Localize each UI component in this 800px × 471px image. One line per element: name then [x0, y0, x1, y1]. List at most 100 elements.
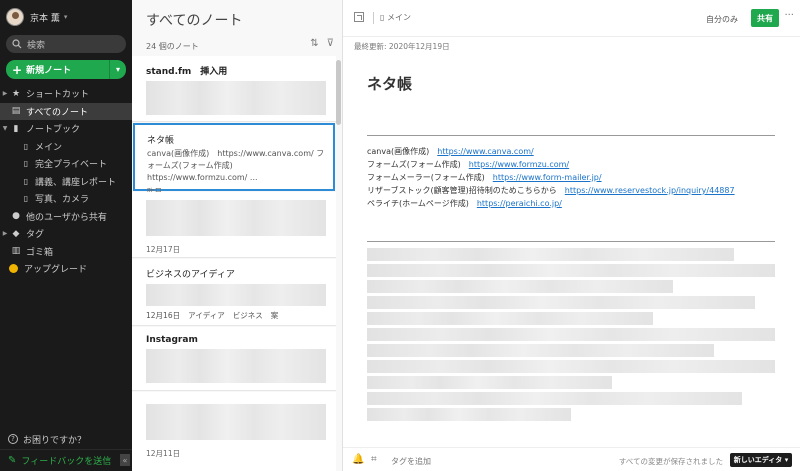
- expand-arrow-icon[interactable]: ▶: [1, 90, 9, 97]
- editor-toolbar: ▯ メイン 自分のみ 共有 ···: [343, 0, 800, 36]
- link[interactable]: https://www.formzu.com/: [469, 160, 569, 169]
- note-card[interactable]: Instagram: [132, 327, 336, 391]
- share-button[interactable]: 共有: [751, 9, 779, 27]
- expand-arrow-icon[interactable]: ▶: [1, 230, 9, 237]
- account-menu[interactable]: 京本 薫 ▾: [0, 0, 132, 34]
- sidebar-item-upgrade[interactable]: アップグレード: [0, 260, 132, 278]
- note-editor: ▯ メイン 自分のみ 共有 ··· 最終更新: 2020年12月19日 ネタ帳 …: [343, 0, 800, 471]
- save-status: すべての変更が保存されました: [618, 457, 723, 466]
- search-input[interactable]: 検索: [6, 35, 126, 53]
- help-label: お困りですか？: [23, 435, 87, 446]
- notebook-icon: ▯: [23, 194, 29, 204]
- scrollbar[interactable]: [336, 60, 341, 125]
- note-card[interactable]: 12月17日: [132, 192, 336, 258]
- note-card-date: 12月16日: [146, 311, 181, 320]
- link[interactable]: https://www.reservestock.jp/inquiry/4488…: [565, 186, 735, 195]
- link[interactable]: https://peraichi.co.jp/: [477, 199, 562, 208]
- star-icon: ★: [11, 88, 21, 99]
- sidebar-item-label: 講義、講座レポート: [35, 177, 117, 188]
- blurred-note-body[interactable]: [367, 248, 775, 438]
- link[interactable]: https://www.canva.com/: [437, 147, 533, 156]
- add-tag-input[interactable]: タグを追加: [391, 456, 431, 467]
- sidebar-item-label: アップグレード: [24, 265, 88, 276]
- note-card-date: 12月17日: [146, 245, 181, 254]
- new-note-dropdown-button[interactable]: ▾: [109, 60, 126, 79]
- expand-icon[interactable]: [354, 12, 364, 22]
- chevron-left-icon: «: [122, 455, 128, 465]
- page-title: すべてのノート: [146, 13, 243, 29]
- note-card[interactable]: stand.fm 挿入用: [132, 56, 336, 122]
- sidebar-item-tags[interactable]: ▶ ◆ タグ: [0, 225, 132, 243]
- note-card-snippet: canva(画像作成) https://www.canva.com/ フォームズ…: [147, 149, 325, 182]
- sidebar-item-notebook-private[interactable]: ▯ 完全プライベート: [0, 155, 132, 173]
- note-card-meta: 12月16日 アイディア ビジネス 案: [146, 310, 336, 321]
- sidebar-item-label: ノートブック: [26, 125, 81, 136]
- expand-arrow-icon[interactable]: ▼: [1, 125, 9, 132]
- help-link[interactable]: ? お困りですか？: [0, 429, 132, 449]
- note-title[interactable]: ネタ帳: [367, 73, 412, 94]
- note-card-title: Instagram: [146, 335, 198, 345]
- filter-icon[interactable]: ⊽: [327, 38, 334, 49]
- new-note-button[interactable]: + 新規ノート: [6, 60, 109, 79]
- link-line: フォームメーラー(フォーム作成) https://www.form-mailer.…: [367, 173, 602, 182]
- upgrade-icon: [9, 264, 18, 274]
- notebook-icon: ▯: [23, 141, 29, 151]
- link-line: リザーブストック(顧客管理)招待制のためこちらから https://www.res…: [367, 186, 735, 195]
- link[interactable]: https://www.form-mailer.jp/: [493, 173, 602, 182]
- note-card-title: ビジネスのアイディア: [146, 270, 235, 280]
- plus-icon: +: [12, 62, 23, 77]
- notebook-icon: ▯: [380, 13, 387, 22]
- sidebar-item-notebook-photos[interactable]: ▯ 写真、カメラ: [0, 190, 132, 208]
- link-line: フォームズ(フォーム作成) https://www.formzu.com/: [367, 160, 570, 169]
- bell-icon[interactable]: 🔔: [352, 454, 364, 465]
- sort-icon[interactable]: ⇅: [310, 38, 318, 49]
- more-options-icon[interactable]: ···: [784, 10, 794, 21]
- note-card-selected[interactable]: ネタ帳 canva(画像作成) https://www.canva.com/ フ…: [133, 123, 335, 196]
- tag-chip: 案: [270, 311, 279, 320]
- sidebar-item-shared[interactable]: ● 他のユーザから共有: [0, 208, 132, 226]
- sidebar-item-notebook-main[interactable]: ▯ メイン: [0, 138, 132, 156]
- sidebar-item-label: 写真、カメラ: [35, 195, 90, 206]
- sidebar-item-all-notes[interactable]: ▤ すべてのノート: [0, 102, 132, 120]
- note-list-panel: すべてのノート 24 個のノート ⇅ ⊽ stand.fm 挿入用 ネタ帳 ca…: [132, 0, 343, 471]
- divider: [367, 241, 775, 242]
- privacy-label: 自分のみ: [706, 15, 738, 24]
- new-editor-button[interactable]: 新しいエディタ ▾: [730, 453, 792, 467]
- blurred-snippet: [146, 404, 326, 440]
- blurred-snippet: [146, 81, 326, 115]
- search-label: 検索: [27, 40, 46, 51]
- tag-icon[interactable]: ⌗: [371, 454, 377, 465]
- tag-chip: ビジネス: [232, 311, 263, 320]
- sidebar-item-label: ショートカット: [26, 90, 90, 101]
- search-icon: [12, 39, 22, 49]
- tag-chip: アイディア: [188, 311, 225, 320]
- note-card[interactable]: ビジネスのアイディア 12月16日 アイディア ビジネス 案: [132, 259, 336, 326]
- new-note-group: + 新規ノート ▾: [6, 60, 126, 79]
- blurred-snippet: [146, 349, 326, 383]
- note-card-title: stand.fm 挿入用: [146, 67, 228, 77]
- notebook-selector[interactable]: ▯ メイン: [380, 12, 411, 23]
- avatar: [6, 8, 24, 26]
- note-icon: ▤: [11, 106, 21, 117]
- list-toolbar: ⇅ ⊽: [310, 38, 334, 49]
- collapse-sidebar-button[interactable]: «: [120, 454, 130, 466]
- question-icon: ?: [8, 434, 18, 444]
- note-body-links[interactable]: canva(画像作成) https://www.canva.com/ フォームズ(…: [367, 145, 735, 210]
- feedback-link[interactable]: ✎ フィードバックを送信: [0, 449, 132, 471]
- note-count: 24 個のノート: [146, 42, 199, 51]
- note-card[interactable]: 12月11日: [132, 392, 336, 471]
- sidebar: 京本 薫 ▾ 検索 + 新規ノート ▾ ▶ ★ ショートカット ▤ すべてのノート…: [0, 0, 132, 471]
- sidebar-item-notebooks[interactable]: ▼ ▮ ノートブック: [0, 120, 132, 138]
- chevron-down-icon: ▾: [115, 65, 120, 74]
- sidebar-item-shortcuts[interactable]: ▶ ★ ショートカット: [0, 85, 132, 103]
- notebook-icon: ▯: [23, 176, 29, 186]
- sidebar-item-label: メイン: [35, 142, 63, 153]
- note-card-title: ネタ帳: [147, 136, 175, 146]
- sidebar-item-label: 完全プライベート: [35, 160, 108, 171]
- sidebar-item-trash[interactable]: ▥ ゴミ箱: [0, 243, 132, 261]
- editor-footer: 🔔 ⌗ タグを追加 すべての変更が保存されました 新しいエディタ ▾: [343, 447, 800, 471]
- link-line: canva(画像作成) https://www.canva.com/: [367, 147, 534, 156]
- sidebar-item-notebook-lectures[interactable]: ▯ 講義、講座レポート: [0, 173, 132, 191]
- notebook-name: メイン: [386, 13, 411, 22]
- sidebar-nav: ▶ ★ ショートカット ▤ すべてのノート ▼ ▮ ノートブック ▯ メイン ▯…: [0, 85, 132, 278]
